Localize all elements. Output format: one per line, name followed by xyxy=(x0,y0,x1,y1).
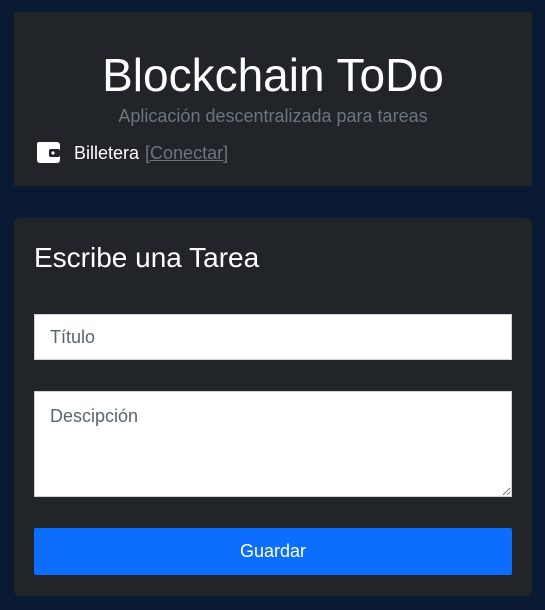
wallet-icon xyxy=(36,140,62,166)
header-card: Blockchain ToDo Aplicación descentraliza… xyxy=(14,12,532,186)
task-form-card: Escribe una Tarea Guardar xyxy=(14,218,532,596)
app-subtitle: Aplicación descentralizada para tareas xyxy=(118,106,428,126)
task-title-input[interactable] xyxy=(34,314,512,360)
app-title: Blockchain ToDo xyxy=(102,49,444,101)
wallet-label: Billetera xyxy=(74,142,140,163)
wallet-row: Billetera [Conectar] xyxy=(36,139,228,167)
task-description-input[interactable] xyxy=(34,391,512,497)
connect-wallet-link[interactable]: [Conectar] xyxy=(145,143,228,164)
form-title: Escribe una Tarea xyxy=(34,242,260,273)
save-button[interactable]: Guardar xyxy=(34,528,512,575)
